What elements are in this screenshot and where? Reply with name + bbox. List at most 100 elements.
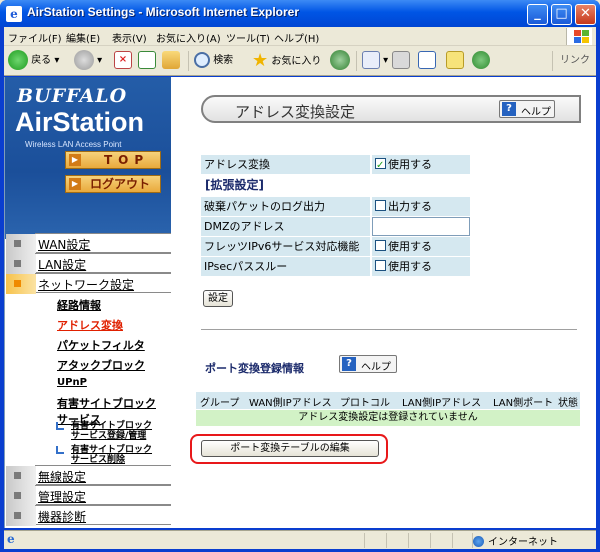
nav-bullet-icon bbox=[6, 506, 36, 526]
toolbar: 戻る ▾ ▾ × 検索 ★ お気に入り ▾ リンク bbox=[4, 46, 596, 76]
menu-edit[interactable]: 編集(E) bbox=[66, 30, 100, 45]
port-help-button[interactable]: ? ヘルプ bbox=[339, 355, 397, 373]
nav-harmful-register[interactable]: 有害サイトブロック サービス登録/管理 bbox=[56, 421, 152, 441]
col-lan-ip: LAN側IPアドレス bbox=[402, 398, 482, 409]
nav-diagnostics[interactable]: 機器診断 bbox=[6, 505, 171, 526]
flets-checkbox-label: 使用する bbox=[388, 240, 432, 253]
status-segment bbox=[408, 533, 428, 548]
forward-button[interactable]: ▾ bbox=[74, 50, 102, 72]
flets-value[interactable]: 使用する bbox=[372, 237, 470, 256]
nav-admin-label: 管理設定 bbox=[38, 490, 87, 504]
status-segment bbox=[452, 533, 472, 548]
help-icon: ? bbox=[342, 357, 356, 371]
help-icon: ? bbox=[502, 102, 516, 116]
mail-button[interactable]: ▾ bbox=[362, 50, 388, 72]
airstation-logo: AirStation bbox=[15, 107, 145, 137]
print-button[interactable] bbox=[392, 50, 410, 72]
logout-button[interactable]: ▶ ログアウト bbox=[65, 175, 161, 193]
title-bar[interactable]: e AirStation Settings - Microsoft Intern… bbox=[0, 0, 600, 27]
menu-help[interactable]: ヘルプ(H) bbox=[274, 30, 319, 45]
help-button[interactable]: ? ヘルプ bbox=[499, 100, 555, 118]
messenger-icon bbox=[472, 51, 490, 69]
nav-upnp[interactable]: UPnP bbox=[57, 377, 87, 388]
col-wan-ip: WAN側IPアドレス bbox=[249, 398, 332, 409]
col-protocol: プロトコル bbox=[340, 398, 390, 409]
ipsec-value[interactable]: 使用する bbox=[372, 257, 470, 276]
nav-routing[interactable]: 経路情報 bbox=[57, 297, 101, 313]
left-navigation: BUFFALO AirStation Wireless LAN Access P… bbox=[5, 77, 171, 528]
logout-label: ログアウト bbox=[90, 177, 151, 191]
search-icon bbox=[194, 52, 210, 68]
history-button[interactable] bbox=[330, 50, 350, 72]
page-title: アドレス変換設定 bbox=[235, 103, 356, 121]
search-button[interactable]: 検索 bbox=[194, 50, 233, 72]
menu-file[interactable]: ファイル(F) bbox=[8, 30, 62, 45]
discard-log-value[interactable]: 出力する bbox=[372, 197, 470, 216]
status-segment bbox=[386, 533, 406, 548]
dmz-address-input[interactable] bbox=[372, 217, 470, 236]
divider bbox=[201, 329, 577, 330]
toolbar-separator bbox=[188, 51, 189, 71]
nav-lan-settings[interactable]: LAN設定 bbox=[6, 253, 171, 274]
col-status: 状態 bbox=[558, 398, 578, 409]
maximize-button[interactable]: □ bbox=[551, 4, 572, 25]
nav-wireless-settings[interactable]: 無線設定 bbox=[6, 465, 171, 486]
address-translation-value[interactable]: 使用する bbox=[372, 155, 470, 175]
history-icon bbox=[330, 50, 350, 70]
brand-panel: BUFFALO AirStation Wireless LAN Access P… bbox=[5, 77, 171, 235]
top-button[interactable]: ▶ TOP bbox=[65, 151, 161, 169]
forward-arrow-icon bbox=[74, 50, 94, 70]
nav-harmful-delete[interactable]: 有害サイトブロック サービス削除 bbox=[56, 445, 152, 465]
favorites-label: お気に入り bbox=[271, 56, 322, 67]
nav-wan-settings[interactable]: WAN設定 bbox=[6, 233, 171, 254]
links-button[interactable]: リンク bbox=[560, 50, 590, 72]
minimize-button[interactable]: _ bbox=[527, 4, 548, 25]
refresh-button[interactable] bbox=[138, 50, 156, 72]
messenger-button[interactable] bbox=[472, 50, 490, 72]
home-button[interactable] bbox=[162, 50, 180, 72]
nav-admin-settings[interactable]: 管理設定 bbox=[6, 485, 171, 506]
close-button[interactable]: ✕ bbox=[575, 4, 596, 25]
nav-address-translation[interactable]: アドレス変換 bbox=[57, 317, 123, 333]
menu-tools[interactable]: ツール(T) bbox=[226, 30, 270, 45]
back-button[interactable]: 戻る ▾ bbox=[8, 50, 59, 72]
edit-port-table-button[interactable]: ポート変換テーブルの編集 bbox=[201, 440, 379, 457]
page-header: アドレス変換設定 ? ヘルプ bbox=[201, 95, 581, 123]
ipsec-checkbox-label: 使用する bbox=[388, 260, 432, 273]
windows-logo-icon bbox=[566, 28, 592, 45]
dmz-label: DMZのアドレス bbox=[201, 217, 370, 236]
discard-log-checkbox[interactable] bbox=[375, 200, 386, 211]
nav-packet-filter[interactable]: パケットフィルタ bbox=[57, 337, 145, 353]
edit-button[interactable] bbox=[418, 50, 436, 72]
set-button[interactable]: 設定 bbox=[203, 290, 233, 307]
ipsec-label: IPsecパススルー bbox=[201, 257, 370, 276]
favorites-button[interactable]: ★ お気に入り bbox=[252, 50, 321, 72]
sub-arrow-icon bbox=[56, 422, 64, 430]
nav-attack-block[interactable]: アタックブロック bbox=[57, 357, 145, 373]
port-table-empty-message: アドレス変換設定は登録されていません bbox=[196, 410, 580, 426]
edit-page-icon bbox=[418, 51, 436, 69]
menu-favorites[interactable]: お気に入り(A) bbox=[156, 30, 221, 45]
nav-diagnostics-label: 機器診断 bbox=[38, 510, 87, 524]
menu-view[interactable]: 表示(V) bbox=[112, 30, 147, 45]
toolbar-separator bbox=[552, 51, 553, 71]
stop-icon: × bbox=[114, 51, 132, 69]
menu-bar: ファイル(F) 編集(E) 表示(V) お気に入り(A) ツール(T) ヘルプ(… bbox=[4, 27, 596, 46]
nav-harmful-delete-line2: サービス削除 bbox=[71, 455, 126, 465]
printer-icon bbox=[392, 51, 410, 69]
nav-bullet-icon bbox=[6, 486, 36, 506]
toolbar-separator bbox=[356, 51, 357, 71]
ipsec-checkbox[interactable] bbox=[375, 260, 386, 271]
status-segment bbox=[364, 533, 384, 548]
address-translation-checkbox[interactable] bbox=[375, 156, 386, 175]
stop-button[interactable]: × bbox=[114, 50, 132, 72]
flets-label: フレッツIPv6サービス対応機能 bbox=[201, 237, 370, 256]
nav-bullet-icon bbox=[6, 234, 36, 254]
nav-wireless-label: 無線設定 bbox=[38, 470, 87, 484]
discuss-button[interactable] bbox=[446, 50, 464, 72]
nav-network-settings[interactable]: ネットワーク設定 bbox=[6, 273, 171, 294]
port-section-title: ポート変換登録情報 bbox=[205, 362, 304, 375]
ie-icon: e bbox=[6, 6, 22, 22]
address-translation-label: アドレス変換 bbox=[201, 155, 370, 174]
flets-checkbox[interactable] bbox=[375, 240, 386, 251]
